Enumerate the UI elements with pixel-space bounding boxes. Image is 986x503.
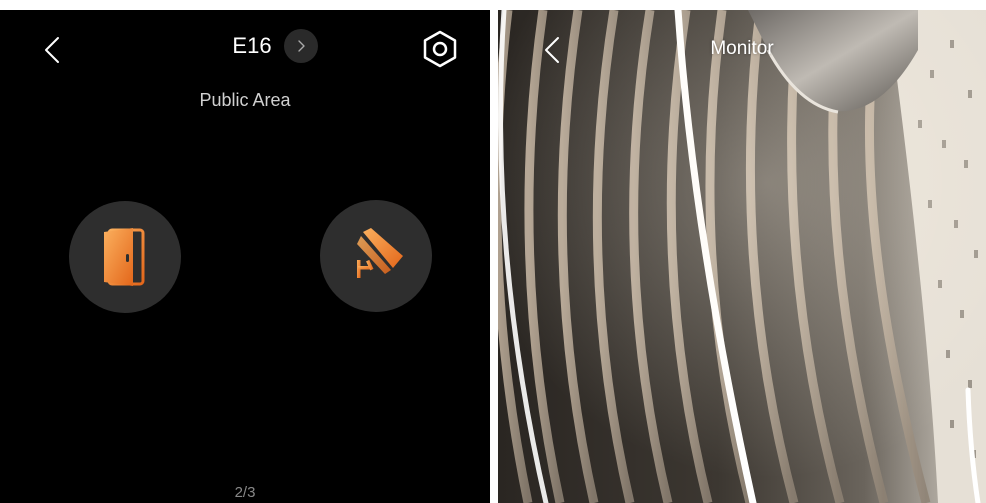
chevron-right-icon bbox=[297, 40, 305, 52]
area-label: Public Area bbox=[199, 90, 291, 110]
device-panel: E16 Public Area 2/3 bbox=[0, 10, 490, 503]
app-root: E16 Public Area 2/3 Monitor bbox=[0, 0, 986, 503]
open-door-button[interactable] bbox=[69, 201, 181, 313]
device-header: E16 bbox=[0, 29, 490, 63]
settings-button[interactable] bbox=[420, 29, 460, 69]
hexagon-settings-icon bbox=[423, 30, 457, 68]
next-device-button[interactable] bbox=[283, 29, 318, 63]
cctv-camera-icon bbox=[357, 228, 403, 278]
monitor-button[interactable] bbox=[320, 200, 432, 312]
page-title: Monitor bbox=[710, 38, 774, 59]
door-open-icon bbox=[104, 228, 145, 286]
device-title: E16 bbox=[232, 33, 272, 58]
monitor-panel: Monitor bbox=[498, 10, 986, 503]
camera-feed-image bbox=[498, 10, 986, 503]
page-indicator: 2/3 bbox=[234, 484, 256, 501]
